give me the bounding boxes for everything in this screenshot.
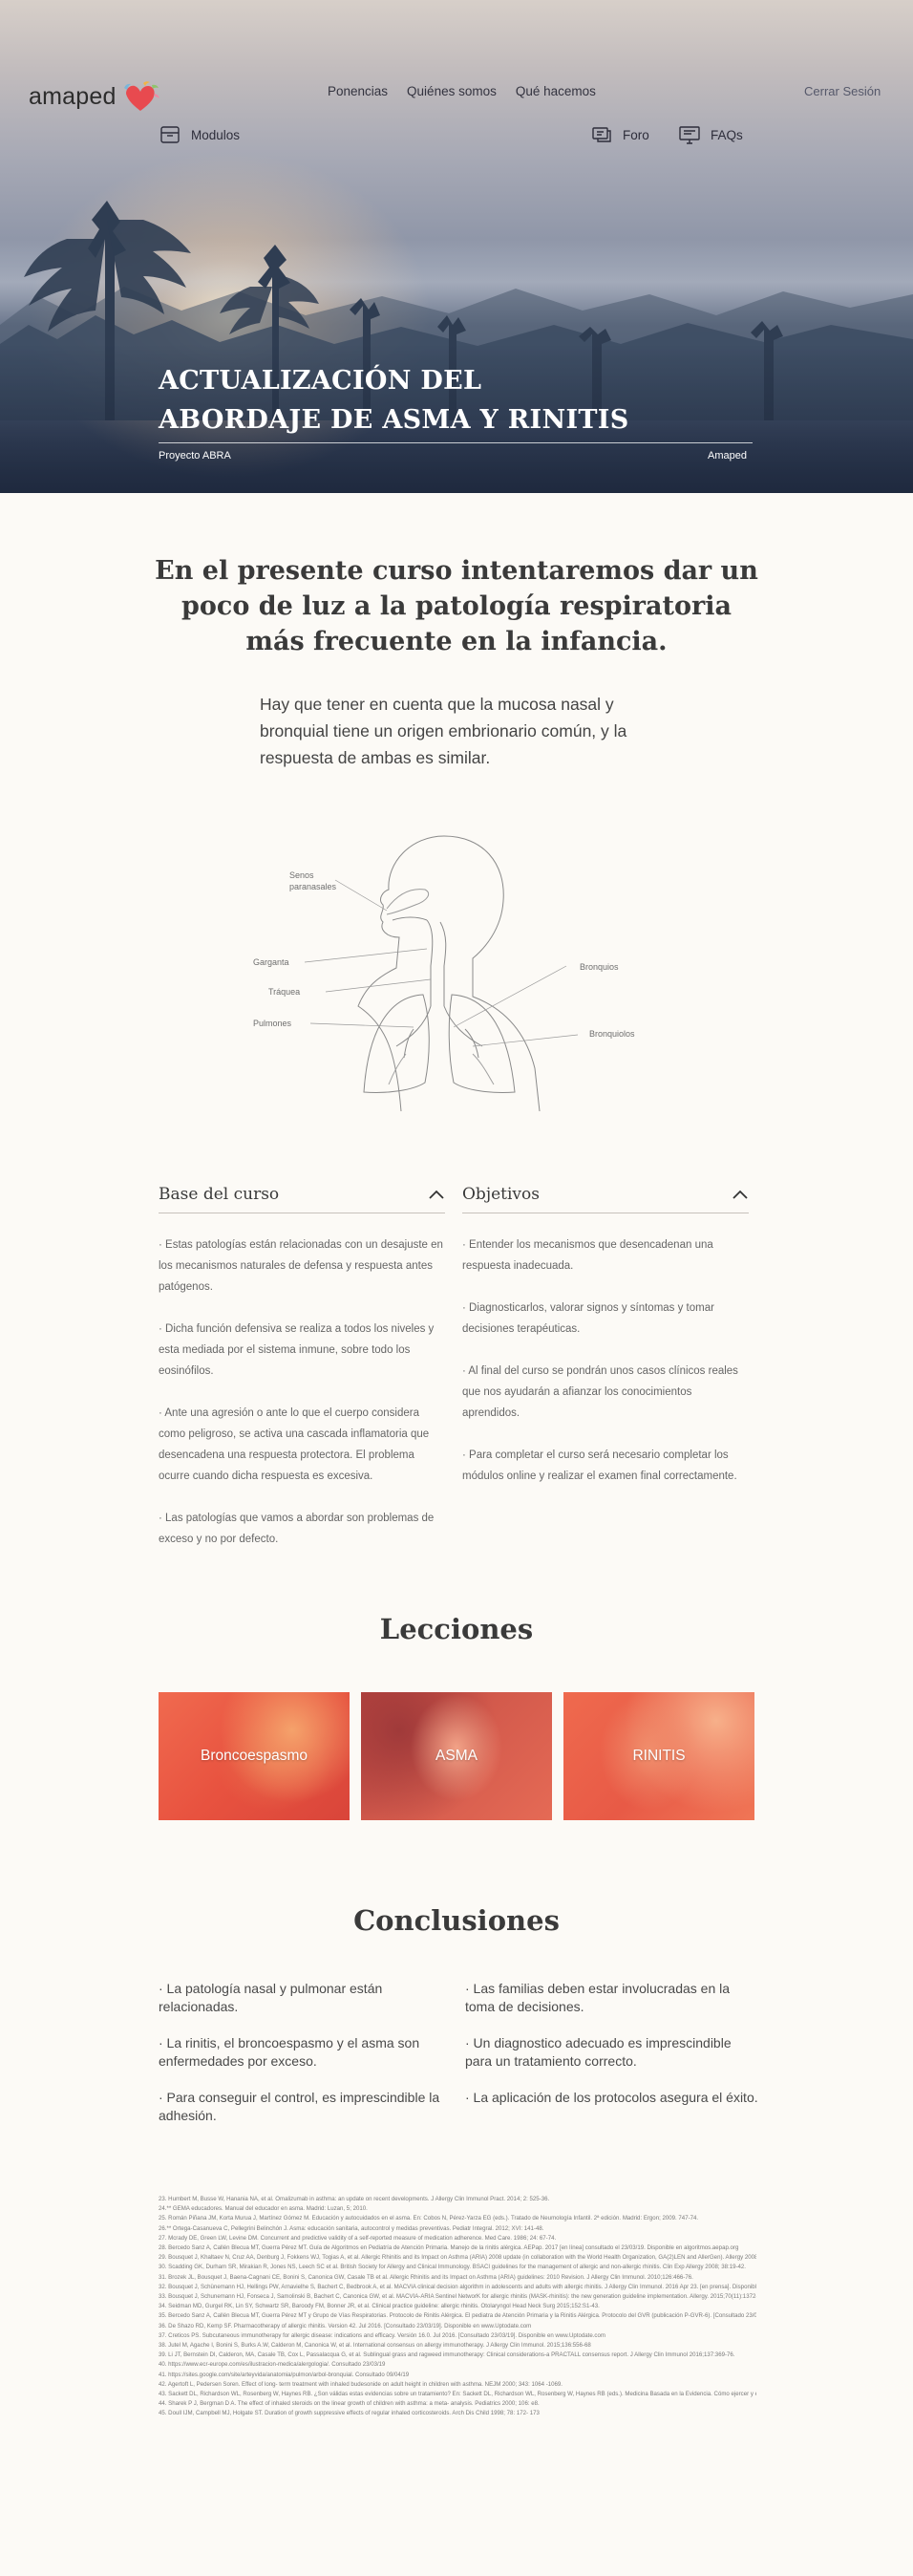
course-title-line-1: ACTUALIZACIÓN DEL [159,366,482,396]
modules-link[interactable]: Modulos [159,124,240,145]
course-title: ACTUALIZACIÓN DEL ABORDAJE DE ASMA Y RIN… [159,361,693,440]
reference-item: 24.** GEMA educadores. Manual del educad… [159,2205,368,2213]
reference-item: 31. Brozek JL, Bousquet J, Baena-Cagnani… [159,2273,693,2281]
list-item: · Al final del curso se pondrán unos cas… [462,1365,738,1419]
logout-link[interactable]: Cerrar Sesión [804,84,881,98]
label-garganta: Garganta [253,957,289,967]
base-accordion-header[interactable]: Base del curso [159,1181,445,1213]
reference-item: 39. Li JT, Bernstein DI, Calderon, MA, C… [159,2351,735,2359]
reference-item: 25. Román Piñana JM, Korta Murua J, Mart… [159,2215,699,2222]
reference-item: 32. Bousquet J, Schünemann HJ, Hellings … [159,2283,756,2290]
reference-item: 41. https://sites.google.com/site/arteyv… [159,2371,410,2378]
objetivos-accordion-title: Objetivos [462,1184,540,1204]
list-item: · Las familias deben estar involucradas … [465,1981,731,2014]
reference-item: 28. Bercedo Sanz A, Callén Blecua MT, Gu… [159,2244,739,2252]
lesson-label: RINITIS [632,1748,686,1764]
label-pulmones: Pulmones [253,1019,292,1028]
intro-text: Hay que tener en cuenta que la mucosa na… [260,695,627,767]
lesson-label: Broncoespasmo [200,1748,308,1764]
reference-item: 44. Sharek P J, Bergman D A. The effect … [159,2400,540,2408]
base-accordion: Base del curso · Estas patologías están … [159,1181,445,1571]
label-traquea: Tráquea [268,987,300,997]
lesson-card-asma[interactable]: ASMA [361,1692,552,1820]
course-title-line-2: ABORDAJE DE ASMA Y RINITIS [159,405,629,435]
box-icon [160,126,180,143]
list-item: · Las patologías que vamos a abordar son… [159,1513,435,1545]
label-senos-1: Senos [289,870,314,880]
reference-item: 34. Seidman MD, Gurgel RK, Lin SY, Schwa… [159,2303,600,2310]
list-item: · Ante una agresión o ante lo que el cue… [159,1407,430,1482]
list-item: · Estas patologías están relacionadas co… [159,1239,443,1293]
chevron-up-icon[interactable] [428,1189,445,1200]
modules-label: Modulos [191,127,241,142]
hero-divider [159,442,753,443]
forum-link[interactable]: Foro [590,124,649,145]
list-item: · Un diagnostico adecuado es imprescindi… [465,2035,732,2069]
reference-item: 33. Bousquet J, Schunemann HJ, Fonseca J… [159,2293,756,2301]
reference-item: 43. Sackett DL, Richardson WL, Rosenberg… [159,2391,756,2398]
references-list: 23. Humbert M, Busse W, Hanania NA, et a… [159,2195,756,2419]
hero-banner: amaped Ponencias Quiénes somos Qué hacem… [0,0,913,493]
objetivos-accordion-list: · Entender los mecanismos que desencaden… [462,1234,749,1487]
list-item: · Para conseguir el control, es impresci… [159,2090,440,2123]
label-bronquiolos: Bronquiolos [589,1029,635,1039]
reference-item: 40. https://www.ecr-europe.com/es/ilustr… [159,2361,386,2369]
reference-item: 30. Scadding GK, Durham SR, Mirakian R, … [159,2264,746,2271]
reference-item: 45. Doull IJM, Campbell MJ, Holgate ST. … [159,2410,540,2417]
list-item: · La patología nasal y pulmonar están re… [159,1981,383,2014]
page: amaped Ponencias Quiénes somos Qué hacem… [0,0,913,2576]
project-name: Proyecto ABRA [159,450,231,462]
list-item: · Dicha función defensiva se realiza a t… [159,1323,435,1377]
author-name: Amaped [708,450,747,462]
faqs-link[interactable]: FAQs [678,124,743,145]
objetivos-accordion-header[interactable]: Objetivos [462,1181,749,1213]
label-senos-2: paranasales [289,882,337,891]
respiratory-anatomy-illustration: Senos paranasales Garganta Tráquea Pulmo… [253,835,635,1111]
reference-item: 26.** Ortega-Casanueva C, Pellegrini Bel… [159,2224,544,2232]
faqs-label: FAQs [711,127,743,142]
objetivos-accordion: Objetivos · Entender los mecanismos que … [462,1181,749,1508]
base-accordion-list: · Estas patologías están relacionadas co… [159,1234,445,1550]
reference-item: 29. Bousquet J, Khaltaev N, Cruz AA, Den… [159,2254,756,2262]
chat-icon [592,127,611,142]
conclusions-left-list: · La patología nasal y pulmonar están re… [159,1980,455,2143]
nav-link-quienes-somos[interactable]: Quiénes somos [407,84,497,98]
main-nav: Ponencias Quiénes somos Qué hacemos [328,84,596,98]
list-item: · La rinitis, el broncoespasmo y el asma… [159,2035,420,2069]
brand-logo[interactable]: amaped [29,80,162,113]
reference-item: 42. Agertoft L, Pedersen Soren. Effect o… [159,2380,563,2388]
conclusions-right-list: · Las familias deben estar involucradas … [465,1980,761,2125]
reference-item: 35. Bercedo Sanz A, Callén Blecua MT, Gu… [159,2312,756,2320]
lessons-heading: Lecciones [379,1613,534,1645]
lesson-card-rinitis[interactable]: RINITIS [563,1692,754,1820]
forum-label: Foro [623,127,649,142]
list-item: · Diagnosticarlos, valorar signos y sínt… [462,1302,714,1335]
monitor-icon [679,126,700,144]
reference-item: 23. Humbert M, Busse W, Hanania NA, et a… [159,2196,550,2202]
chevron-up-icon[interactable] [732,1189,749,1200]
list-item: · Para completar el curso será necesario… [462,1449,737,1482]
heart-logo-icon [123,81,159,111]
list-item: · Entender los mecanismos que desencaden… [462,1239,713,1272]
intro-heading: En el presente curso intentaremos dar un… [155,556,758,656]
lesson-label: ASMA [435,1748,478,1764]
label-bronquios: Bronquios [580,962,619,972]
reference-item: 36. De Shazo RD, Kemp SF. Pharmacotherap… [159,2322,532,2329]
brand-name: amaped [29,82,117,110]
nav-link-que-hacemos[interactable]: Qué hacemos [516,84,596,98]
base-accordion-title: Base del curso [159,1184,280,1204]
list-item: · La aplicación de los protocolos asegur… [465,2090,758,2105]
lesson-card-broncoespasmo[interactable]: Broncoespasmo [159,1692,350,1820]
nav-link-ponencias[interactable]: Ponencias [328,84,388,98]
reference-item: 38. Jutel M, Agache I, Bonini S, Burks A… [159,2342,591,2350]
reference-item: 37. Creticos PS. Subcutaneous immunother… [159,2331,605,2339]
conclusions-heading: Conclusiones [353,1904,560,1937]
reference-item: 27. Mcrady DE, Green LW, Levine DM. Conc… [159,2234,557,2242]
